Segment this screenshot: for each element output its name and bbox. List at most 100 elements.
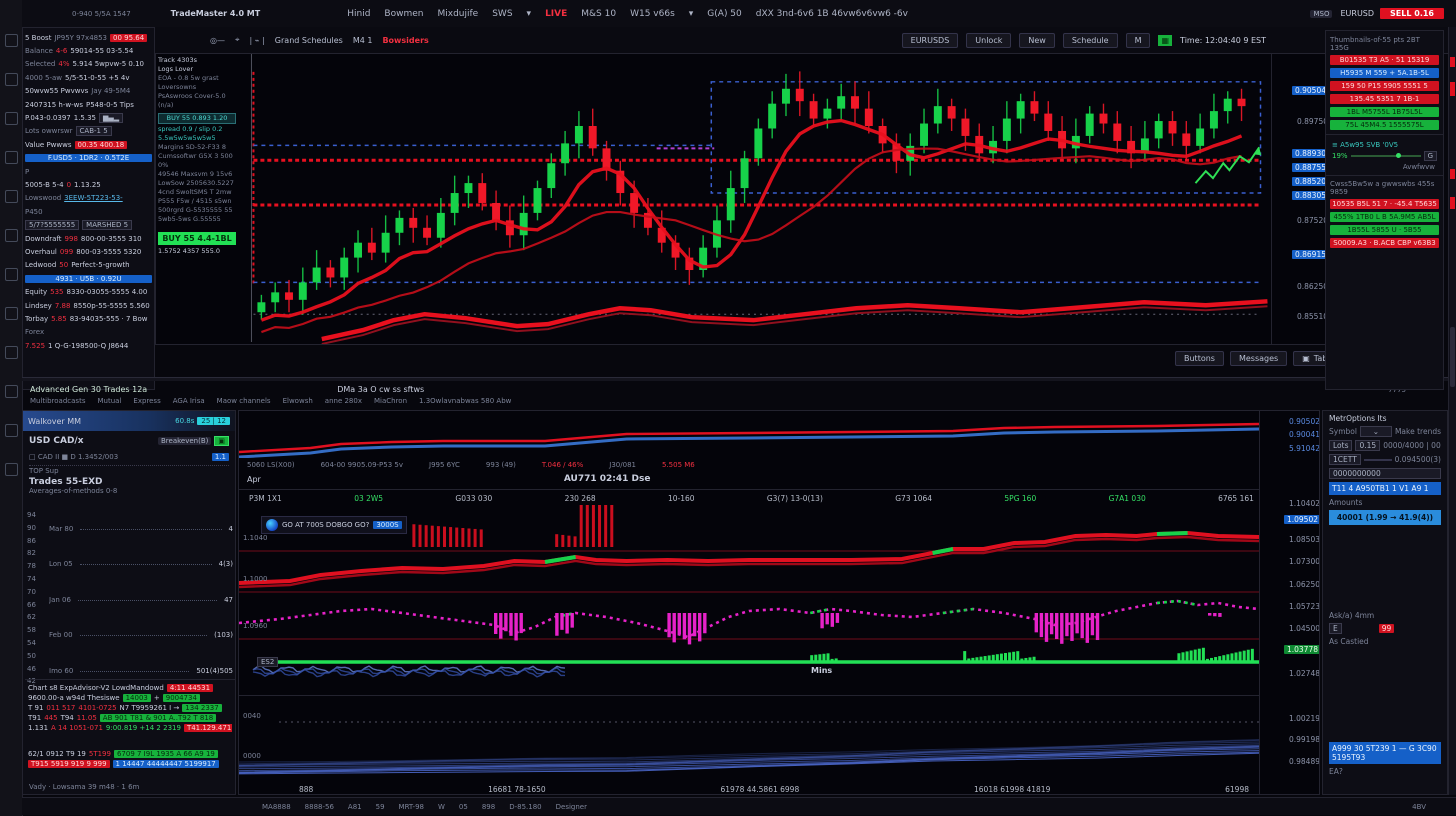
- menu-item[interactable]: ▾: [682, 7, 701, 21]
- order-bottom-row[interactable]: A999 30 5T239 1 — G 3C90 5195T93: [1329, 742, 1441, 764]
- watch-row[interactable]: P.043-0.03971.5.35▆▄▂: [25, 111, 152, 124]
- menubar-sell-button[interactable]: SELL 0.16: [1380, 8, 1444, 19]
- toolbar-item[interactable]: M4 1: [353, 36, 373, 45]
- main-chart-area[interactable]: Track 4303sLogs LoverEOA - 0.8 5w grastL…: [155, 53, 1330, 345]
- watch-row[interactable]: Value Pwwws00.35 400.18: [25, 138, 152, 151]
- position-row[interactable]: 159 50 P15 5905 5551 5: [1330, 81, 1439, 91]
- text-bb[interactable]: 1 14447 44444447 5199917: [113, 760, 219, 768]
- position-row[interactable]: 75L 45M4.5 1555575L: [1330, 120, 1439, 130]
- wrench-icon[interactable]: [5, 268, 18, 281]
- symbol-select[interactable]: ⌄: [1360, 426, 1392, 437]
- menu-item[interactable]: W15 v66s: [623, 7, 682, 21]
- menu-item[interactable]: SWS: [485, 7, 519, 21]
- mail-icon[interactable]: [5, 229, 18, 242]
- log-row[interactable]: 62/1 0912 T9 195T1996709 7 I9L 1935 A 66…: [28, 750, 232, 758]
- position-row[interactable]: H5935 M 559 + 5A.1B-5L: [1330, 68, 1439, 78]
- watch-row[interactable]: Torbay5.8583-94035-555 · 7 Bow: [25, 312, 152, 325]
- watch-row[interactable]: P450: [25, 205, 152, 218]
- clock-icon[interactable]: [5, 151, 18, 164]
- position-row[interactable]: 1BL M5755L 1B75L5L: [1330, 107, 1439, 117]
- toolbar-right-item[interactable]: Schedule: [1063, 33, 1118, 48]
- position-row[interactable]: B01535 T3 A5 · 51 15319: [1330, 55, 1439, 65]
- watch-row[interactable]: Downdraft998800-00-3555 310: [25, 232, 152, 245]
- watch-row[interactable]: Ledwood50Perfect-5-growth: [25, 259, 152, 272]
- buy-badge[interactable]: BUY 55 4.4-1BL: [158, 232, 236, 245]
- section-menu-item[interactable]: Elwowsh: [283, 397, 313, 409]
- toolbar-item[interactable]: Bowsiders: [382, 36, 428, 45]
- watch-row[interactable]: Selected4%5.914 5wpvw-5 0.10: [25, 58, 152, 71]
- position-row[interactable]: 10535 B5L 51 7 · -45.4 T5635: [1330, 199, 1439, 209]
- book-icon[interactable]: [5, 346, 18, 359]
- watch-row[interactable]: Balance4-659014-55 03-5.54: [25, 44, 152, 57]
- calendar-icon[interactable]: [5, 190, 18, 203]
- toolbar-right-item[interactable]: EURUSDS: [902, 33, 959, 48]
- slider-track[interactable]: [1351, 155, 1421, 157]
- log-row[interactable]: 1.131A 14 1051-0719:00.819 +14 2 2319T41…: [28, 724, 232, 732]
- section-menu-item[interactable]: 1.3Owlavnabwas 580 Abw: [419, 397, 511, 409]
- log-row[interactable]: T915 5919 919 9 9991 14447 44444447 5199…: [28, 760, 232, 768]
- watch-row[interactable]: 5005-B 5-401.13.25: [25, 178, 152, 191]
- watch-row[interactable]: Lots owwrswrCAB-1 5: [25, 125, 152, 138]
- lots-input[interactable]: 0.15: [1355, 440, 1380, 451]
- gauge-row[interactable]: Lon 054(3): [49, 547, 233, 583]
- text-gb[interactable]: 9004734: [163, 694, 200, 702]
- menu-item[interactable]: Mixdujife: [430, 7, 485, 21]
- toolbar-icon[interactable]: ⌖: [235, 35, 240, 45]
- section-menu-item[interactable]: Maow channels: [217, 397, 271, 409]
- menu-item[interactable]: Hinid: [340, 7, 377, 21]
- section-menu-item[interactable]: AGA Irisa: [173, 397, 205, 409]
- footer-button[interactable]: Buttons: [1175, 351, 1224, 366]
- watch-row[interactable]: Lowswood3EEW-5T223-53-: [25, 192, 152, 205]
- candlestick-chart[interactable]: [236, 54, 1271, 344]
- toolbar-right-item[interactable]: Time: 12:04:40 9 EST: [1180, 36, 1266, 45]
- toolbar-right-item[interactable]: Unlock: [966, 33, 1011, 48]
- ribbon-chart[interactable]: [239, 696, 1259, 788]
- log-row[interactable]: T91445T9411.05AB 901 T81 & 901 A..T92 T …: [28, 714, 232, 722]
- watch-row[interactable]: 4000 5-aw5/5-51-0-55 +5 4v: [25, 71, 152, 84]
- buy-sell-button[interactable]: 40001 (1.99 → 41.9(4)): [1329, 510, 1441, 525]
- section-menu-item[interactable]: Mutual: [97, 397, 121, 409]
- layers-icon[interactable]: [5, 463, 18, 476]
- bl-mode-chip[interactable]: Breakeven(B): [158, 437, 211, 445]
- bl-header[interactable]: Walkover MM 60.8s 25 | 12: [23, 411, 235, 431]
- log-row[interactable]: 9600.00-a w94d Thesiswe14003+9004734: [28, 694, 232, 702]
- text-bb[interactable]: 4931 · U5B · 0.92U: [25, 275, 152, 283]
- right-scroll-strip[interactable]: [1448, 27, 1456, 795]
- lots-chip[interactable]: Lots: [1329, 440, 1352, 451]
- ea-badge[interactable]: GO AT 700S DOBGO GO? 3000S: [261, 516, 407, 534]
- section-menu-item[interactable]: Multibroadcasts: [30, 397, 85, 409]
- margin-checkbox[interactable]: E: [1329, 623, 1342, 634]
- bl-header-badge[interactable]: 25 | 12: [197, 417, 230, 425]
- watch-row[interactable]: Equity5358330-03055-5555 4.00: [25, 285, 152, 298]
- menu-item[interactable]: Bowmen: [377, 7, 430, 21]
- toolbar-item[interactable]: Grand Schedules: [275, 36, 343, 45]
- price-chip[interactable]: 1CETT: [1329, 454, 1361, 465]
- list-icon[interactable]: [5, 424, 18, 437]
- menu-item[interactable]: dXX 3nd-6v6 1B 46vw6v6vw6 -6v: [749, 7, 915, 21]
- position-row[interactable]: 135.45 5351 7 1B-1: [1330, 94, 1439, 104]
- watch-row[interactable]: 2407315 h-w-wsP548-0-5 Tips: [25, 98, 152, 111]
- text-rb[interactable]: 00.35 400.18: [75, 141, 128, 149]
- log-row[interactable]: Chart s8 ExpAdvisor-V2 LowdMandowd4:11 4…: [28, 684, 232, 692]
- bl-symbol-row[interactable]: USD CAD/x Breakeven(B) ▣: [23, 431, 235, 450]
- text-bb[interactable]: F.USD5 · 1DR2 · 0.5T2E: [25, 154, 152, 162]
- text-box[interactable]: ▆▄▂: [99, 113, 123, 123]
- tp-row[interactable]: T11 4 A950TB1 1 V1 A9 1: [1329, 482, 1441, 495]
- corner-chip[interactable]: MSO: [1310, 10, 1332, 18]
- phone-icon[interactable]: [5, 307, 18, 320]
- mini-line-chart[interactable]: [239, 414, 1259, 458]
- text-link[interactable]: 3EEW-5T223-53-: [64, 194, 123, 202]
- watch-row[interactable]: 4931 · U5B · 0.92U: [25, 272, 152, 285]
- footer-button[interactable]: Messages: [1230, 351, 1287, 366]
- text-gb[interactable]: 14003: [123, 694, 151, 702]
- account-field[interactable]: 0000000000: [1329, 468, 1441, 479]
- watch-row[interactable]: Lindsey7.888550p-55-5555 5.560: [25, 299, 152, 312]
- chart-icon[interactable]: [5, 73, 18, 86]
- watch-row[interactable]: 5/7?5555555MARSHED 5: [25, 218, 152, 231]
- text-rb[interactable]: 4:11 44531: [167, 684, 213, 692]
- gauge-row[interactable]: Mar 804: [49, 511, 233, 547]
- menu-item[interactable]: M&S 10: [574, 7, 623, 21]
- section-menu-item[interactable]: Express: [133, 397, 160, 409]
- grid-icon[interactable]: [5, 385, 18, 398]
- log-row[interactable]: T 91011 5174101-0725N7 T9959261 I →134 2…: [28, 704, 232, 712]
